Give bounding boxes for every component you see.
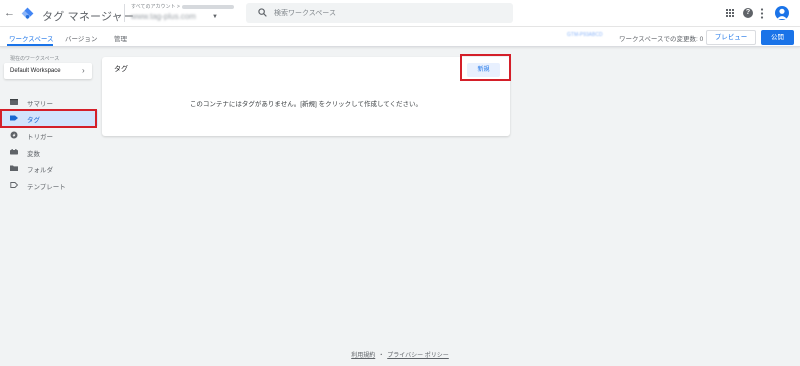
top-app-bar: ← タグ マネージャー すべてのアカウント > www.tag-plus.com… (0, 0, 800, 27)
trigger-icon (10, 131, 18, 139)
summary-icon (10, 99, 18, 105)
new-tag-button[interactable]: 新規 (467, 63, 500, 77)
footer-separator: ・ (378, 353, 385, 359)
sidebar-item-label: トリガー (27, 134, 53, 141)
empty-state-message: このコンテナにはタグがありません。[新規] をクリックして作成してください。 (189, 101, 423, 108)
tab-workspace[interactable]: ワークスペース (9, 33, 54, 43)
preview-button[interactable]: プレビュー (706, 30, 756, 45)
sidebar-item-variables[interactable]: 変数 (0, 144, 98, 160)
folder-icon (10, 165, 18, 171)
search-icon (258, 8, 267, 17)
privacy-link[interactable]: プライバシー ポリシー (387, 353, 449, 359)
more-vert-icon[interactable] (760, 8, 764, 19)
sidebar-item-label: サマリー (27, 101, 53, 108)
sidebar-item-folders[interactable]: フォルダ (0, 160, 98, 176)
caret-down-icon[interactable]: ▼ (212, 14, 218, 20)
user-icon (777, 8, 787, 19)
active-tab-indicator (7, 44, 53, 46)
search-input[interactable] (274, 3, 504, 23)
card-title: タグ (114, 66, 128, 73)
sidebar-item-triggers[interactable]: トリガー (0, 127, 98, 143)
footer: 利用規約・プライバシー ポリシー (0, 350, 800, 359)
tag-icon (10, 115, 18, 121)
tag-manager-logo-icon (21, 7, 34, 20)
chevron-right-icon: › (82, 66, 85, 75)
container-id[interactable]: GTM-P93ABCD (567, 32, 603, 38)
back-arrow-icon[interactable]: ← (4, 6, 15, 20)
workspace-changes-count: ワークスペースでの変更数: 0 (619, 36, 704, 43)
workspace-name: Default Workspace (10, 68, 61, 74)
sidebar-item-label: フォルダ (27, 167, 53, 174)
workspace-selector[interactable]: Default Workspace › (4, 63, 92, 79)
account-name-redacted (181, 4, 234, 9)
template-icon (10, 182, 18, 188)
sidebar-item-label: テンプレート (27, 184, 66, 191)
account-breadcrumb-label: すべてのアカウント > (131, 4, 180, 10)
sidebar-item-label: 変数 (27, 151, 40, 158)
tab-admin[interactable]: 管理 (114, 33, 127, 43)
tags-card: タグ 新規 このコンテナにはタグがありません。[新規] をクリックして作成してく… (102, 57, 510, 136)
tab-versions[interactable]: バージョン (65, 33, 97, 43)
terms-link[interactable]: 利用規約 (351, 353, 375, 359)
container-selector[interactable]: www.tag-plus.com (131, 12, 196, 21)
publish-button[interactable]: 公開 (761, 30, 794, 45)
sidebar-item-templates[interactable]: テンプレート (0, 177, 98, 193)
current-workspace-label: 現在のワークスペース (10, 56, 60, 62)
account-avatar[interactable] (775, 6, 789, 20)
sidebar-item-tags[interactable]: タグ (0, 110, 98, 126)
app-title: タグ マネージャー (42, 11, 135, 23)
variables-icon (10, 149, 18, 155)
sidebar-item-summary[interactable]: サマリー (0, 94, 98, 110)
sidebar-item-label: タグ (27, 117, 40, 124)
header-divider (124, 4, 125, 22)
search-bar[interactable] (246, 3, 513, 23)
apps-grid-icon[interactable] (726, 9, 734, 17)
sub-navigation: ワークスペース バージョン 管理 GTM-P93ABCD ワークスペースでの変更… (0, 27, 800, 47)
account-breadcrumb[interactable]: すべてのアカウント > (131, 3, 234, 10)
help-icon[interactable]: ? (743, 8, 753, 18)
